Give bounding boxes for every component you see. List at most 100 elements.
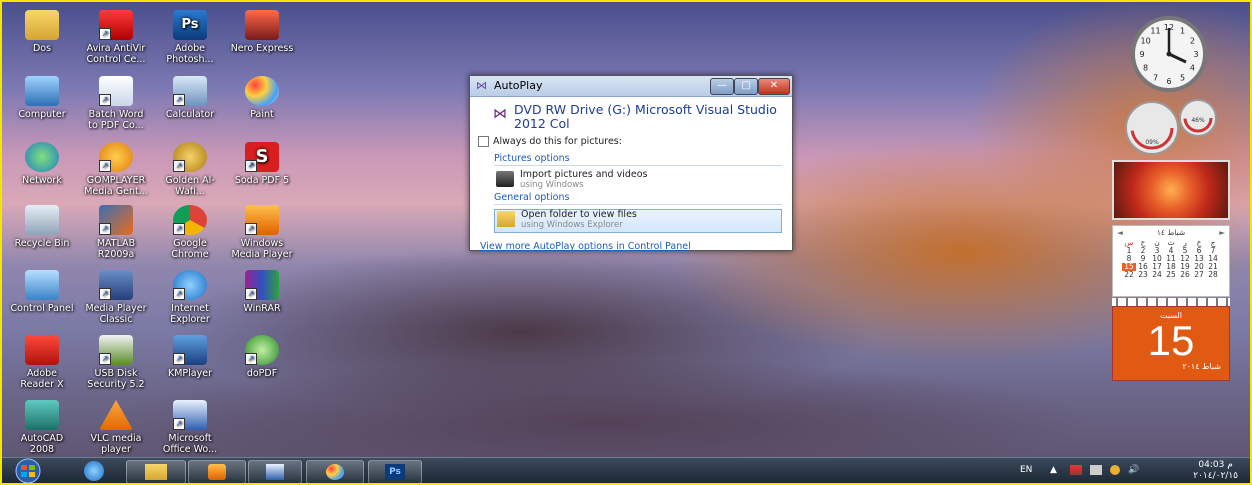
calendar-gadget[interactable]: ◄ شباط ١٤ ► س ح ن ث ر خ ج 1 2 3 4 5 6 7 xyxy=(1112,225,1230,297)
desktop-icon-nero-express[interactable]: Nero Express xyxy=(230,10,294,54)
desktop-icon-gomplayer[interactable]: ↗ GOMPLAYER Media Gent... xyxy=(84,142,148,197)
desktop-icon-soda-pdf[interactable]: S ↗ Soda PDF 5 xyxy=(230,142,294,186)
day-card-gadget[interactable]: السبت 15 شباط ٢٠١٤ xyxy=(1112,306,1230,381)
open-folder-option[interactable]: Open folder to view files using Windows … xyxy=(494,209,782,233)
computer-icon xyxy=(25,76,59,106)
shortcut-arrow-icon: ↗ xyxy=(99,288,111,300)
clock-gadget[interactable]: 12 1234567891011 xyxy=(1110,16,1228,92)
clock-number: 10 xyxy=(1141,37,1151,46)
shortcut-arrow-icon: ↗ xyxy=(99,353,111,365)
desktop-icon-paint[interactable]: Paint xyxy=(230,76,294,120)
winrar-icon: ↗ xyxy=(245,270,279,300)
network-tray-icon[interactable] xyxy=(1090,465,1102,475)
shortcut-arrow-icon: ↗ xyxy=(99,94,111,106)
flag-icon[interactable] xyxy=(1070,465,1082,475)
taskbar-word[interactable] xyxy=(248,460,302,483)
close-button[interactable]: ✕ xyxy=(758,78,790,95)
taskbar-clock[interactable]: 04:03 م ٢٠١٤/٠٢/١٥ xyxy=(1193,460,1238,482)
desktop-icon-winrar[interactable]: ↗ WinRAR xyxy=(230,270,294,314)
folder-icon xyxy=(25,10,59,40)
calendar-prev-button[interactable]: ◄ xyxy=(1117,228,1123,237)
desktop-icon-windows-media-player[interactable]: ↗ Windows Media Player xyxy=(230,205,294,260)
desktop-icon-computer[interactable]: Computer xyxy=(10,76,74,120)
show-hidden-icons-button[interactable]: ▲ xyxy=(1050,465,1057,475)
desktop-icon-usb-disk-security[interactable]: ↗ USB Disk Security 5.2 xyxy=(84,335,148,390)
autoplay-options-link[interactable]: View more AutoPlay options in Control Pa… xyxy=(480,241,782,252)
desktop-icon-dos[interactable]: Dos xyxy=(10,10,74,54)
autoplay-dialog: ⋈ AutoPlay — □ ✕ ⋈ DVD RW Drive (G:) Mic… xyxy=(469,75,793,252)
folder-icon xyxy=(145,464,167,480)
shortcut-arrow-icon: ↗ xyxy=(173,353,185,365)
desktop-icon-control-panel[interactable]: Control Panel xyxy=(10,270,74,314)
calendar-day[interactable]: 22 xyxy=(1122,271,1136,279)
general-options-heading: General options xyxy=(494,192,782,205)
open-option-title: Open folder to view files xyxy=(521,209,637,220)
desktop-icon-golden-alwafi[interactable]: ↗ Golden Al-Wafi... xyxy=(158,142,222,197)
shortcut-arrow-icon: ↗ xyxy=(173,223,185,235)
desktop-icon-calculator[interactable]: ↗ Calculator xyxy=(158,76,222,120)
word-icon xyxy=(266,464,284,480)
shortcut-arrow-icon: ↗ xyxy=(245,160,257,172)
shortcut-arrow-icon: ↗ xyxy=(99,223,111,235)
usb-disk-security-icon: ↗ xyxy=(99,335,133,365)
calendar-day[interactable]: 25 xyxy=(1164,271,1178,279)
taskbar-paint[interactable] xyxy=(306,460,364,483)
desktop-icon-google-chrome[interactable]: ↗ Google Chrome xyxy=(158,205,222,260)
desktop-icon-avira[interactable]: ↗ Avira AntiVir Control Ce... xyxy=(84,10,148,65)
calculator-icon: ↗ xyxy=(173,76,207,106)
volume-icon[interactable]: 🔊 xyxy=(1128,465,1139,475)
clock-number: 1 xyxy=(1180,27,1185,36)
taskbar-explorer[interactable] xyxy=(126,460,186,483)
taskbar: Ps EN ▲ 🔊 04:03 م ٢٠١٤/٠٢/١٥ xyxy=(2,457,1250,484)
calendar-day[interactable]: 28 xyxy=(1206,271,1220,279)
desktop-icon-adobe-reader[interactable]: Adobe Reader X xyxy=(10,335,74,390)
minimize-button[interactable]: — xyxy=(710,78,734,95)
desktop-icon-internet-explorer[interactable]: ↗ Internet Explorer xyxy=(158,270,222,325)
calendar-next-button[interactable]: ► xyxy=(1219,228,1225,237)
desktop-icon-matlab[interactable]: ↗ MATLAB R2009a xyxy=(84,205,148,260)
always-do-this-row[interactable]: Always do this for pictures: xyxy=(478,136,782,147)
memory-value: 46% xyxy=(1191,117,1205,124)
language-indicator[interactable]: EN xyxy=(1020,465,1032,475)
word-icon: ↗ xyxy=(173,400,207,430)
clock-number: 7 xyxy=(1153,73,1158,82)
desktop-icon-kmplayer[interactable]: ↗ KMPlayer xyxy=(158,335,222,379)
taskbar-internet-explorer[interactable] xyxy=(72,460,116,482)
shortcut-arrow-icon: ↗ xyxy=(99,160,111,172)
camera-icon xyxy=(496,171,514,187)
start-button[interactable] xyxy=(8,458,48,484)
desktop: Dos Computer Network Recycle Bin Control… xyxy=(0,0,1252,485)
slideshow-gadget[interactable] xyxy=(1112,160,1230,220)
calendar-day[interactable]: 26 xyxy=(1178,271,1192,279)
desktop-icon-word[interactable]: ↗ Microsoft Office Wo... xyxy=(158,400,222,455)
clock-number: 11 xyxy=(1150,27,1160,36)
desktop-icon-media-player-classic[interactable]: ↗ Media Player Classic xyxy=(84,270,148,325)
media-player-classic-icon: ↗ xyxy=(99,270,133,300)
desktop-icon-autocad[interactable]: AutoCAD 2008 xyxy=(10,400,74,455)
shortcut-arrow-icon: ↗ xyxy=(245,223,257,235)
calendar-day[interactable]: 24 xyxy=(1150,271,1164,279)
maximize-button[interactable]: □ xyxy=(734,78,758,95)
taskbar-media-player[interactable] xyxy=(188,460,246,483)
avira-icon: ↗ xyxy=(99,10,133,40)
calendar-day[interactable]: 23 xyxy=(1136,271,1150,279)
taskbar-photoshop[interactable]: Ps xyxy=(368,460,422,483)
calendar-header: ◄ شباط ١٤ ► xyxy=(1113,228,1229,237)
shortcut-arrow-icon: ↗ xyxy=(173,160,185,172)
calendar-day[interactable]: 27 xyxy=(1192,271,1206,279)
vlc-icon xyxy=(99,400,133,430)
dialog-titlebar[interactable]: ⋈ AutoPlay — □ ✕ xyxy=(470,76,792,97)
import-pictures-option[interactable]: Import pictures and videos using Windows xyxy=(494,170,782,192)
desktop-icon-photoshop[interactable]: Ps Adobe Photosh... xyxy=(158,10,222,65)
always-checkbox[interactable] xyxy=(478,136,489,147)
dopdf-icon: ↗ xyxy=(245,335,279,365)
windows-media-player-icon xyxy=(208,464,226,480)
desktop-icon-dopdf[interactable]: ↗ doPDF xyxy=(230,335,294,379)
desktop-icon-network[interactable]: Network xyxy=(10,142,74,186)
power-icon[interactable] xyxy=(1110,465,1120,475)
cpu-meter-gadget[interactable]: 09% 46% xyxy=(1112,96,1230,156)
desktop-icon-recycle-bin[interactable]: Recycle Bin xyxy=(10,205,74,249)
desktop-icon-batch-word-pdf[interactable]: ↗ Batch Word to PDF Co... xyxy=(84,76,148,131)
desktop-icon-vlc[interactable]: VLC media player xyxy=(84,400,148,455)
pictures-options-heading: Pictures options xyxy=(494,153,782,166)
